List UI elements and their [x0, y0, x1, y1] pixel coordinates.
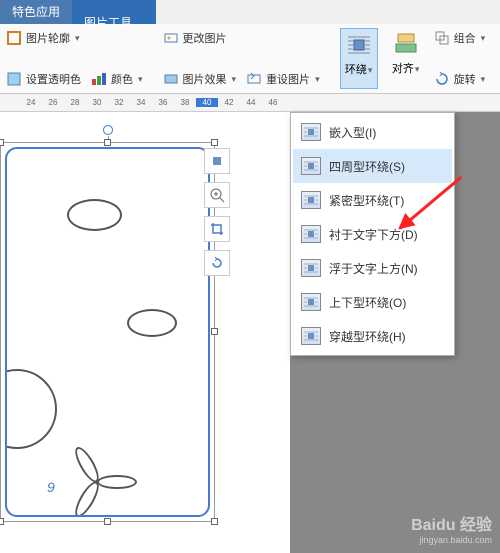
wrap-option-label: 四周型环绕(S): [329, 158, 405, 175]
ruler-mark: 36: [152, 98, 174, 107]
change-label: 更改图片: [183, 30, 227, 46]
ruler-mark: 38: [174, 98, 196, 107]
wrap-option-label: 嵌入型(I): [329, 124, 376, 141]
wrap-option-label: 紧密型环绕(T): [329, 192, 404, 209]
resize-handle-e[interactable]: [211, 328, 218, 335]
outline-label: 图片轮廓: [26, 30, 70, 46]
image-number: 9: [47, 479, 55, 495]
color-icon: [91, 71, 107, 87]
crop-button[interactable]: [204, 216, 230, 242]
resize-handle-sw[interactable]: [0, 518, 4, 525]
ruler-mark: 34: [130, 98, 152, 107]
wrap-label: 环绕: [345, 64, 367, 76]
transparent-icon: [6, 71, 22, 87]
resize-handle-ne[interactable]: [211, 139, 218, 146]
wrap-option-label: 浮于文字上方(N): [329, 260, 418, 277]
reset-label: 重设图片: [266, 71, 310, 87]
horizontal-ruler[interactable]: 242628303234363840424446: [0, 94, 500, 112]
picture-outline-button[interactable]: 图片轮廓▾: [6, 28, 143, 48]
wrap-icon: [345, 31, 373, 59]
wrap-option-label: 上下型环绕(O): [329, 294, 406, 311]
watermark: Baidu 经验 jingyan.baidu.com: [411, 511, 492, 545]
wrap-option-item[interactable]: 嵌入型(I): [293, 115, 452, 149]
magnify-plus-icon: [209, 187, 225, 203]
effects-icon: [163, 71, 179, 87]
wrap-option-icon: [301, 259, 321, 277]
group-label: 组合: [454, 30, 476, 46]
align-button[interactable]: 对齐▾: [388, 28, 424, 89]
change-picture-button[interactable]: 更改图片: [163, 28, 320, 48]
wrap-dropdown-menu: 嵌入型(I) 四周型环绕(S) 紧密型环绕(T) 衬于文字下方(D) 浮于文字上方(N)…: [290, 112, 455, 356]
group-button[interactable]: 组合▾: [434, 28, 486, 48]
ruler-mark: 24: [20, 98, 42, 107]
wrap-option-icon: [301, 327, 321, 345]
crop-icon: [209, 221, 225, 237]
wrap-option-item[interactable]: 浮于文字上方(N): [293, 251, 452, 285]
ruler-mark: 44: [240, 98, 262, 107]
layout-option-1[interactable]: [204, 148, 230, 174]
align-icon: [392, 30, 420, 58]
wrap-option-item[interactable]: 穿越型环绕(H): [293, 319, 452, 353]
wrap-option-icon: [301, 293, 321, 311]
tab-special-apps[interactable]: 特色应用: [0, 0, 72, 24]
set-transparent-button[interactable]: 设置透明色: [6, 69, 81, 89]
wrap-option-item[interactable]: 紧密型环绕(T): [293, 183, 452, 217]
align-label: 对齐: [392, 63, 414, 75]
group-icon: [434, 30, 450, 46]
reset-picture-button[interactable]: 重设图片▾: [246, 69, 320, 89]
trans-label: 设置透明色: [26, 71, 81, 87]
rotate-button[interactable]: 旋转▾: [434, 69, 486, 89]
wrap-option-label: 穿越型环绕(H): [329, 328, 406, 345]
picture-effects-button[interactable]: 图片效果▾: [163, 69, 237, 89]
tab-picture-tools[interactable]: 图片工具: [72, 0, 156, 24]
watermark-url: jingyan.baidu.com: [411, 535, 492, 545]
wrap-text-button[interactable]: 环绕▾: [340, 28, 378, 89]
rotate-cw-icon: [209, 255, 225, 271]
ruler-mark: 46: [262, 98, 284, 107]
rotation-handle[interactable]: [103, 125, 113, 135]
wrap-option-icon: [301, 157, 321, 175]
resize-handle-nw[interactable]: [0, 139, 4, 146]
wrap-option-icon: [301, 225, 321, 243]
document-workspace: 9 嵌入型(I) 四周型环绕(S) 紧密型环绕(T) 衬于文字下方(D) 浮于文字上方(…: [0, 112, 500, 553]
color-label: 颜色: [111, 71, 133, 87]
rotate-cw-button[interactable]: [204, 250, 230, 276]
effects-label: 图片效果: [183, 71, 227, 87]
outline-icon: [6, 30, 22, 46]
watermark-brand: Baidu 经验: [411, 511, 492, 535]
resize-handle-n[interactable]: [104, 139, 111, 146]
rotate-label: 旋转: [454, 71, 476, 87]
wrap-option-item[interactable]: 衬于文字下方(D): [293, 217, 452, 251]
page[interactable]: 9: [0, 112, 290, 553]
ruler-mark: 40: [196, 98, 218, 107]
wrap-small-icon: [209, 154, 225, 168]
ribbon: 图片轮廓▾ 设置透明色 颜色▾ 更改图片 图片效果▾ 重设图片: [0, 24, 500, 94]
resize-handle-se[interactable]: [211, 518, 218, 525]
rotate-icon: [434, 71, 450, 87]
image-selection-box[interactable]: 9: [0, 142, 215, 522]
resize-handle-s[interactable]: [104, 518, 111, 525]
ruler-mark: 32: [108, 98, 130, 107]
change-icon: [163, 30, 179, 46]
wrap-option-item[interactable]: 上下型环绕(O): [293, 285, 452, 319]
reset-icon: [246, 71, 262, 87]
ruler-mark: 30: [86, 98, 108, 107]
color-button[interactable]: 颜色▾: [91, 69, 143, 89]
ruler-mark: 28: [64, 98, 86, 107]
wrap-option-item[interactable]: 四周型环绕(S): [293, 149, 452, 183]
zoom-in-button[interactable]: [204, 182, 230, 208]
ruler-mark: 42: [218, 98, 240, 107]
wrap-option-icon: [301, 123, 321, 141]
wrap-option-icon: [301, 191, 321, 209]
embedded-image: 9: [5, 147, 210, 517]
layout-options-flyout: [204, 148, 230, 276]
ruler-mark: 26: [42, 98, 64, 107]
